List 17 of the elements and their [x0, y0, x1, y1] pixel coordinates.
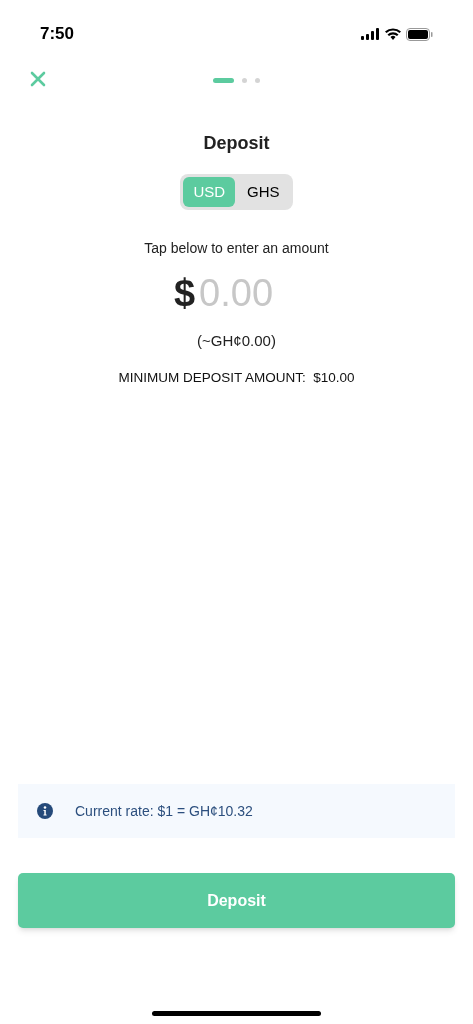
deposit-button[interactable]: Deposit	[18, 873, 455, 928]
amount-prompt: Tap below to enter an amount	[144, 239, 329, 258]
battery-icon	[406, 27, 433, 41]
minimum-amount: MINIMUM DEPOSIT AMOUNT: $10.00	[118, 368, 355, 387]
amount-field[interactable]: 0.00	[199, 265, 300, 322]
status-time: 7:50	[40, 23, 75, 46]
converted-amount: (~GH¢0.00)	[197, 331, 276, 351]
currency-tab[interactable]: USD	[183, 177, 236, 207]
page-title: Deposit	[203, 132, 270, 155]
close-icon	[30, 71, 46, 87]
info-icon	[37, 803, 53, 819]
currency-tab[interactable]: GHS	[237, 177, 290, 207]
rate-text: Current rate: $1 = GH¢10.32	[75, 801, 253, 821]
currency-symbol: $	[173, 271, 196, 316]
wifi-icon	[385, 28, 401, 40]
close-button[interactable]	[28, 69, 48, 89]
signal-icon	[361, 28, 380, 40]
